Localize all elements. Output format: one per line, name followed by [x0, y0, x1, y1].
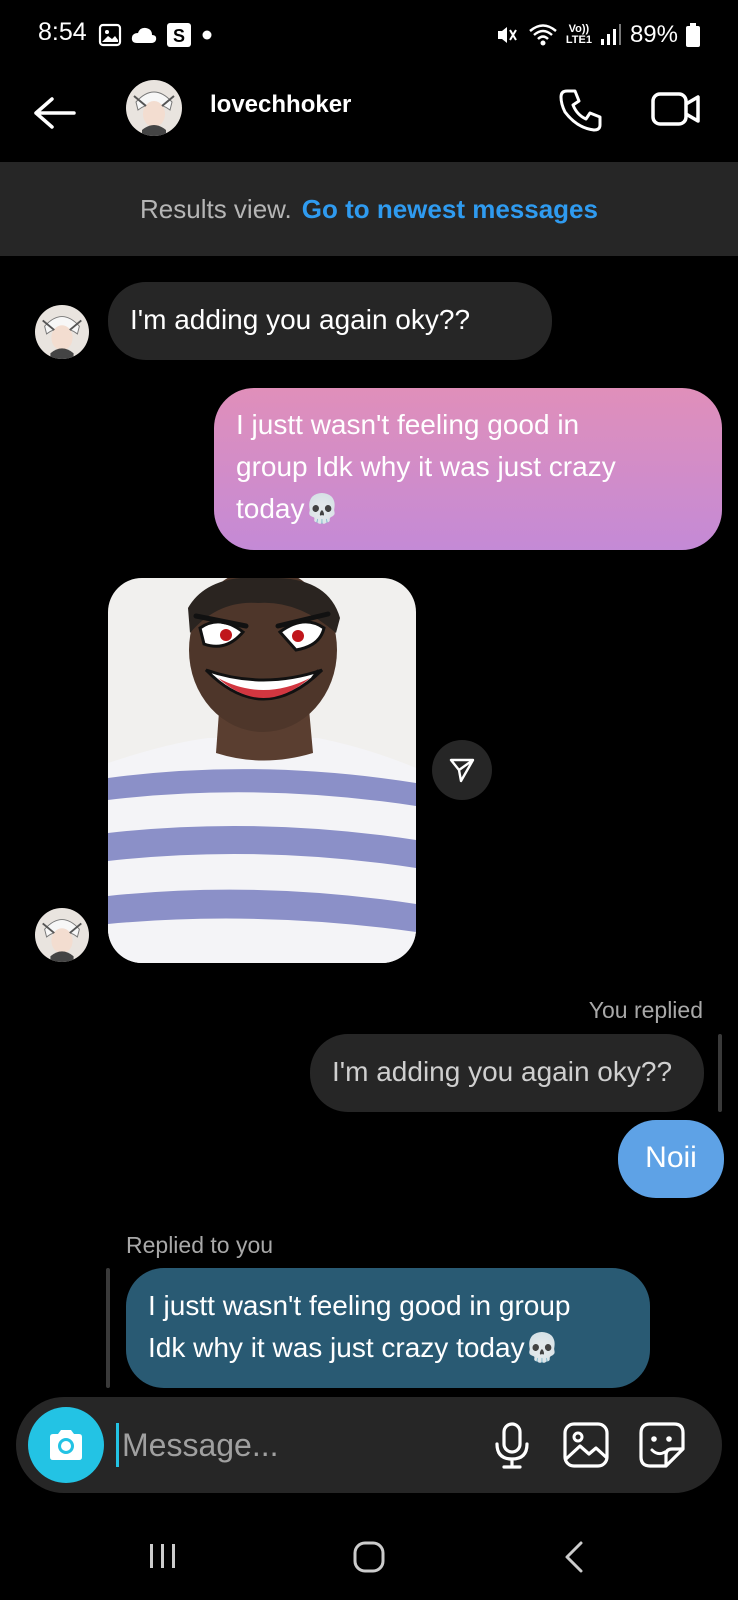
dot-icon [202, 30, 212, 40]
message-bubble-outgoing[interactable]: Noii [618, 1120, 724, 1198]
avatar-image [35, 908, 89, 962]
sender-avatar[interactable] [35, 305, 89, 359]
quoted-message-bubble[interactable]: I'm adding you again oky?? [310, 1034, 704, 1112]
share-photo-button[interactable] [432, 740, 492, 800]
message-text: Noii [645, 1141, 697, 1174]
avatar-image [126, 80, 182, 136]
go-to-newest-link[interactable]: Go to newest messages [302, 194, 598, 225]
voice-call-button[interactable] [557, 86, 605, 134]
camera-icon [50, 1430, 82, 1460]
phone-icon [559, 89, 602, 132]
battery-percent: 89% [629, 21, 678, 48]
message-input[interactable] [118, 1415, 458, 1475]
sticker-button[interactable] [636, 1419, 688, 1471]
gallery-button[interactable] [560, 1419, 612, 1471]
notification-icons: S [98, 20, 214, 50]
avatar-image [35, 305, 89, 359]
sender-avatar[interactable] [35, 908, 89, 962]
chat-header: lovechhoker [0, 70, 738, 162]
status-time: 8:54 [38, 18, 87, 46]
replied-to-you-label: Replied to you [126, 1232, 274, 1258]
s-app-icon: S [167, 23, 191, 47]
message-text-line: Idk why it was just crazy today💀 [148, 1332, 560, 1363]
shared-photo [108, 578, 416, 963]
system-icons: Vo)) LTE1 89% [494, 18, 700, 52]
message-text-line: group Idk why it was just crazy [236, 451, 616, 482]
wifi-icon [529, 24, 557, 46]
message-composer [16, 1397, 722, 1493]
message-text-line: I justt wasn't feeling good in [236, 409, 580, 440]
message-bubble-outgoing[interactable]: I justt wasn't feeling good in group Idk… [214, 388, 722, 550]
message-text: I'm adding you again oky?? [130, 304, 471, 335]
video-call-button[interactable] [650, 86, 702, 132]
home-icon [353, 1541, 385, 1573]
system-nav-bar [0, 1510, 738, 1600]
message-text-line: I justt wasn't feeling good in group [148, 1290, 571, 1321]
share-icon [449, 758, 475, 783]
battery-icon [686, 23, 700, 47]
network-type: Vo)) LTE1 [565, 23, 592, 46]
voice-message-button[interactable] [486, 1419, 538, 1471]
message-bubble-incoming[interactable]: I justt wasn't feeling good in group Idk… [126, 1268, 650, 1388]
chat-username[interactable]: lovechhoker [210, 91, 351, 119]
signal-icon [600, 24, 621, 45]
camera-button[interactable] [28, 1407, 104, 1483]
sticker-icon [639, 1422, 685, 1468]
mute-icon [497, 27, 517, 43]
quoted-message-text: I'm adding you again oky?? [332, 1056, 673, 1087]
svg-text:S: S [173, 26, 185, 46]
back-button[interactable] [28, 90, 80, 136]
status-bar: 8:54 S Vo)) LTE1 89% [0, 0, 738, 70]
photo-message[interactable] [108, 578, 416, 963]
cloud-icon [131, 27, 157, 43]
results-view-banner: Results view. Go to newest messages [0, 162, 738, 256]
you-replied-label: You replied [588, 997, 703, 1023]
reply-quote-bar [718, 1034, 722, 1112]
gallery-icon [563, 1422, 609, 1468]
video-camera-icon [651, 92, 700, 126]
message-text-line: today💀 [236, 493, 340, 524]
recents-icon [150, 1544, 175, 1568]
recents-button[interactable] [148, 1542, 178, 1575]
reply-quote-bar [106, 1268, 110, 1388]
home-button[interactable] [352, 1540, 386, 1579]
message-bubble-incoming[interactable]: I'm adding you again oky?? [108, 282, 552, 360]
profile-avatar[interactable] [126, 80, 182, 136]
nav-back-button[interactable] [562, 1540, 586, 1579]
back-icon [565, 1541, 583, 1573]
back-arrow-icon [34, 97, 76, 129]
results-view-label: Results view. [140, 193, 292, 224]
gallery-icon [98, 23, 122, 47]
microphone-icon [495, 1422, 529, 1469]
